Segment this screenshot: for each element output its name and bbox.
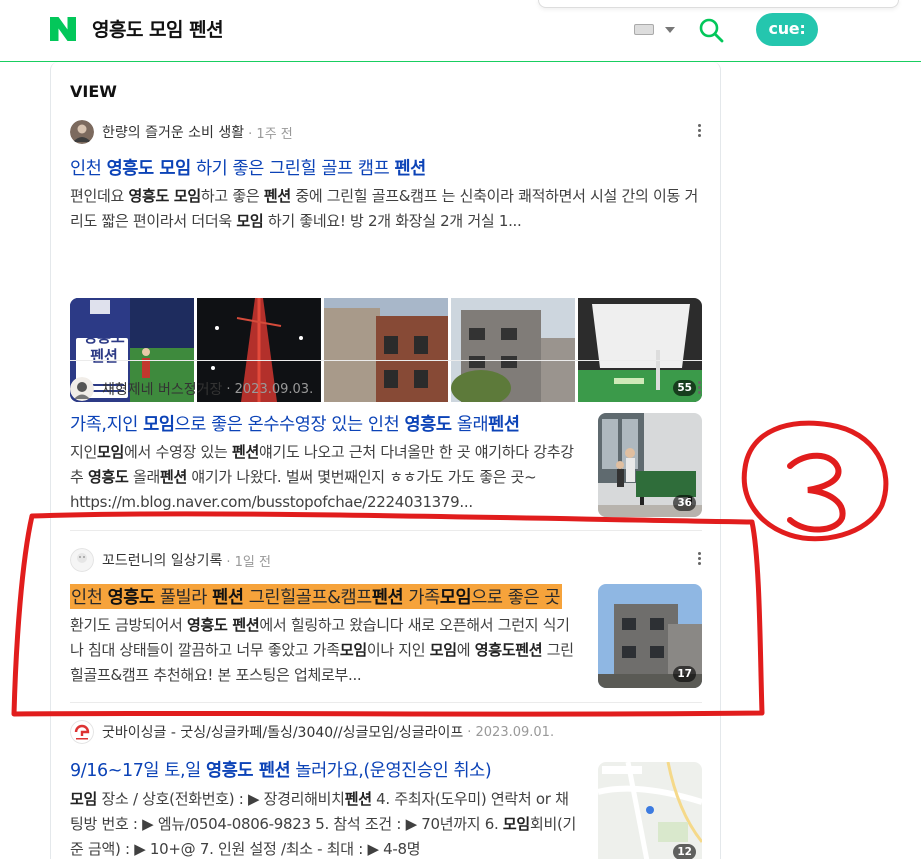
section-title: VIEW bbox=[70, 82, 117, 101]
post-item: 한량의 즐거운 소비 생활 · 1주 전 인천 영흥도 모임 하기 좋은 그린힐… bbox=[70, 120, 702, 410]
thumbnail-image[interactable]: 36 bbox=[598, 413, 702, 517]
top-bar: 영흥도 모임 펜션 cue: bbox=[0, 0, 921, 62]
view-section: VIEW 한량의 즐거운 소비 생활 · 1주 전 인천 영흥도 모임 하기 좋… bbox=[50, 62, 721, 859]
thumbnail-image[interactable]: 17 bbox=[598, 584, 702, 688]
post-title-highlighted[interactable]: 인천 영흥도 풀빌라 펜션 그린힐골프&캠프펜션 가족모임으로 좋은 곳 bbox=[70, 584, 562, 609]
author-name: 한량의 즐거운 소비 생활 bbox=[102, 125, 245, 141]
post-title[interactable]: 가족,지인 모임으로 좋은 온수수영장 있는 인천 영흥도 올래펜션 bbox=[70, 411, 582, 436]
image-count-badge: 12 bbox=[673, 844, 696, 859]
more-options-icon[interactable] bbox=[698, 381, 702, 395]
author-avatar bbox=[70, 548, 94, 572]
author-name: 꼬드런니의 일상기록 bbox=[102, 553, 223, 569]
author-avatar bbox=[70, 720, 94, 744]
post-description: 환기도 금방되어서 영흥도 펜션에서 힐링하고 왔습니다 새로 오픈해서 그런지… bbox=[70, 616, 574, 684]
author-name: 굿바이싱글 - 굿싱/싱글카페/돌싱/3040//싱글모임/싱글라이프 bbox=[102, 725, 464, 741]
post-description: 편인데요 영흥도 모임하고 좋은 펜션 중에 그린힐 골프&캠프 는 신축이라 … bbox=[70, 187, 698, 230]
more-options-icon[interactable] bbox=[698, 552, 702, 566]
cue-button[interactable]: cue: bbox=[756, 13, 818, 46]
post-description: 모임 장소 / 상호(전화번호) : ▶ 장경리해비치펜션 4. 주최자(도우미… bbox=[70, 790, 576, 858]
post-author[interactable]: 채형제네 버스정거장 · 2023.09.03. bbox=[70, 377, 313, 401]
image-count-badge: 17 bbox=[673, 666, 696, 682]
post-author[interactable]: 굿바이싱글 - 굿싱/싱글카페/돌싱/3040//싱글모임/싱글라이프 · 20… bbox=[70, 720, 554, 744]
post-title[interactable]: 9/16~17일 토,일 영흥도 펜션 놀러가요,(운영진승인 취소) bbox=[70, 757, 582, 782]
poster-title: 영흥도 bbox=[83, 328, 125, 346]
map-thumbnail[interactable]: 12 bbox=[598, 762, 702, 859]
naver-logo-icon[interactable] bbox=[50, 17, 76, 41]
keyboard-icon[interactable] bbox=[634, 24, 654, 35]
divider bbox=[70, 530, 702, 531]
post-date: 1일 전 bbox=[234, 554, 271, 570]
post-description: 지인모임에서 수영장 있는 펜션얘기도 나오고 근처 다녀올만 한 곳 얘기하다… bbox=[70, 443, 574, 511]
post-item: 채형제네 버스정거장 · 2023.09.03. 가족,지인 모임으로 좋은 온… bbox=[70, 377, 702, 527]
author-name: 채형제네 버스정거장 bbox=[102, 382, 223, 398]
more-options-icon[interactable] bbox=[698, 124, 702, 138]
post-item: 굿바이싱글 - 굿싱/싱글카페/돌싱/3040//싱글모임/싱글라이프 · 20… bbox=[70, 720, 702, 859]
author-avatar bbox=[70, 377, 94, 401]
post-author[interactable]: 한량의 즐거운 소비 생활 · 1주 전 bbox=[70, 120, 293, 144]
post-date: 1주 전 bbox=[256, 126, 293, 142]
post-date: 2023.09.01. bbox=[475, 724, 555, 740]
image-count-badge: 36 bbox=[673, 495, 696, 511]
post-author[interactable]: 꼬드런니의 일상기록 · 1일 전 bbox=[70, 548, 271, 572]
author-avatar bbox=[70, 120, 94, 144]
poster-subtitle: 펜션 bbox=[90, 347, 118, 365]
post-date: 2023.09.03. bbox=[234, 381, 314, 397]
divider bbox=[70, 702, 702, 703]
autocomplete-panel bbox=[538, 0, 899, 8]
chevron-down-icon[interactable] bbox=[665, 27, 675, 33]
search-query[interactable]: 영흥도 모임 펜션 bbox=[92, 15, 224, 42]
search-icon[interactable] bbox=[698, 17, 724, 43]
post-title[interactable]: 인천 영흥도 모임 하기 좋은 그린힐 골프 캠프 펜션 bbox=[70, 155, 702, 180]
divider bbox=[70, 360, 702, 361]
post-item: 꼬드런니의 일상기록 · 1일 전 인천 영흥도 풀빌라 펜션 그린힐골프&캠프… bbox=[70, 548, 702, 698]
